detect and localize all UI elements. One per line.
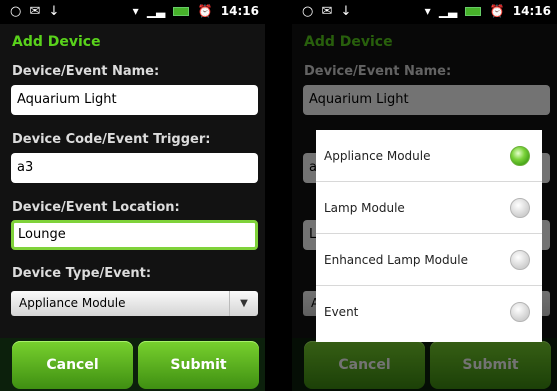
radio-unselected-icon[interactable] xyxy=(510,250,530,270)
notification-icons: ○ ✉ ↓ xyxy=(302,4,354,19)
option-label: Appliance Module xyxy=(324,149,431,163)
radio-unselected-icon[interactable] xyxy=(510,302,530,322)
option-event[interactable]: Event xyxy=(316,286,542,338)
option-lamp-module[interactable]: Lamp Module xyxy=(316,182,542,234)
submit-button[interactable]: Submit xyxy=(138,341,259,389)
button-bar: Cancel Submit xyxy=(0,338,265,391)
device-type-label: Device Type/Event: xyxy=(12,266,152,281)
device-name-label: Device/Event Name: xyxy=(12,64,160,79)
battery-icon xyxy=(465,7,482,16)
device-type-spinner[interactable]: Appliance Module ▼ xyxy=(11,291,258,316)
device-code-input[interactable]: a3 xyxy=(11,153,258,183)
radio-selected-icon[interactable] xyxy=(510,146,530,166)
device-code-label: Device Code/Event Trigger: xyxy=(12,132,211,147)
notification-icons: ○ ✉ ↓ xyxy=(10,4,62,19)
device-type-value: Appliance Module xyxy=(19,296,126,310)
option-label: Lamp Module xyxy=(324,201,405,215)
option-label: Enhanced Lamp Module xyxy=(324,253,468,267)
status-time: 14:16 xyxy=(512,4,551,18)
status-bar: ○ ✉ ↓ ▾ ▁▃ ⏰ 14:16 xyxy=(292,0,557,24)
wifi-icon: ▾ xyxy=(132,4,139,18)
cancel-button[interactable]: Cancel xyxy=(12,341,133,389)
device-name-input[interactable]: Aquarium Light xyxy=(11,85,258,115)
device-type-picker-screen: ○ ✉ ↓ ▾ ▁▃ ⏰ 14:16 Add Device Device/Eve… xyxy=(292,0,557,391)
option-enhanced-lamp-module[interactable]: Enhanced Lamp Module xyxy=(316,234,542,286)
alarm-icon: ⏰ xyxy=(197,4,213,18)
chevron-down-icon: ▼ xyxy=(229,291,258,316)
battery-icon xyxy=(173,7,190,16)
status-bar: ○ ✉ ↓ ▾ ▁▃ ⏰ 14:16 xyxy=(0,0,265,24)
option-label: Event xyxy=(324,305,359,319)
device-location-label: Device/Event Location: xyxy=(12,200,180,215)
device-type-dialog: Appliance Module Lamp Module Enhanced La… xyxy=(316,130,542,342)
signal-icon: ▁▃ xyxy=(146,4,166,18)
add-device-screen: ○ ✉ ↓ ▾ ▁▃ ⏰ 14:16 Add Device Device/Eve… xyxy=(0,0,265,391)
signal-icon: ▁▃ xyxy=(438,4,458,18)
alarm-icon: ⏰ xyxy=(489,4,505,18)
device-location-input[interactable]: Lounge xyxy=(11,220,258,250)
option-appliance-module[interactable]: Appliance Module xyxy=(316,130,542,182)
wifi-icon: ▾ xyxy=(424,4,431,18)
page-title: Add Device xyxy=(12,34,101,50)
radio-unselected-icon[interactable] xyxy=(510,198,530,218)
status-time: 14:16 xyxy=(220,4,259,18)
